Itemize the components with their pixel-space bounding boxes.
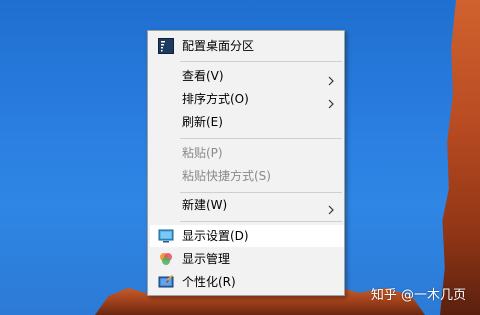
menu-item-display-settings[interactable]: 显示设置(D)	[150, 225, 344, 247]
menu-item-label: 显示管理	[182, 252, 231, 266]
menu-item-label: 粘贴(P)	[182, 146, 223, 160]
menu-item-label: 配置桌面分区	[182, 39, 255, 53]
desktop-context-menu: 配置桌面分区 查看(V) 排序方式(O) 刷新(E) 粘贴(P) 粘贴快捷方式(…	[147, 30, 345, 296]
menu-item-label: 显示设置(D)	[182, 229, 249, 243]
menu-separator	[180, 192, 342, 193]
watermark-text: 知乎 @一木几页	[370, 288, 466, 303]
menu-separator	[180, 221, 342, 222]
display-manager-icon	[158, 251, 174, 267]
menu-item-display-manager[interactable]: 显示管理	[150, 248, 344, 270]
menu-item-refresh[interactable]: 刷新(E)	[150, 111, 344, 133]
menu-item-label: 新建(W)	[182, 198, 228, 212]
chevron-right-icon	[326, 71, 336, 86]
menu-item-label: 查看(V)	[182, 69, 224, 83]
desktop[interactable]: 配置桌面分区 查看(V) 排序方式(O) 刷新(E) 粘贴(P) 粘贴快捷方式(…	[0, 0, 480, 315]
menu-item-sort-by[interactable]: 排序方式(O)	[150, 88, 344, 110]
menu-item-new[interactable]: 新建(W)	[150, 194, 344, 216]
menu-item-configure-desktop-partition[interactable]: 配置桌面分区	[150, 35, 344, 57]
menu-item-label: 粘贴快捷方式(S)	[182, 169, 271, 183]
menu-item-label: 刷新(E)	[182, 115, 223, 129]
menu-item-paste[interactable]: 粘贴(P)	[150, 142, 344, 164]
menu-item-view[interactable]: 查看(V)	[150, 65, 344, 87]
chevron-right-icon	[326, 94, 336, 109]
display-settings-icon	[158, 228, 174, 244]
menu-item-label: 排序方式(O)	[182, 92, 249, 106]
menu-separator	[180, 61, 342, 62]
personalize-icon	[158, 274, 174, 290]
menu-item-label: 个性化(R)	[182, 275, 236, 289]
chevron-right-icon	[326, 200, 336, 215]
wallpaper-rock-right	[440, 0, 480, 315]
menu-separator	[180, 138, 342, 139]
desktop-partition-icon	[158, 38, 174, 54]
menu-item-personalize[interactable]: 个性化(R)	[150, 271, 344, 293]
menu-item-paste-shortcut[interactable]: 粘贴快捷方式(S)	[150, 165, 344, 187]
